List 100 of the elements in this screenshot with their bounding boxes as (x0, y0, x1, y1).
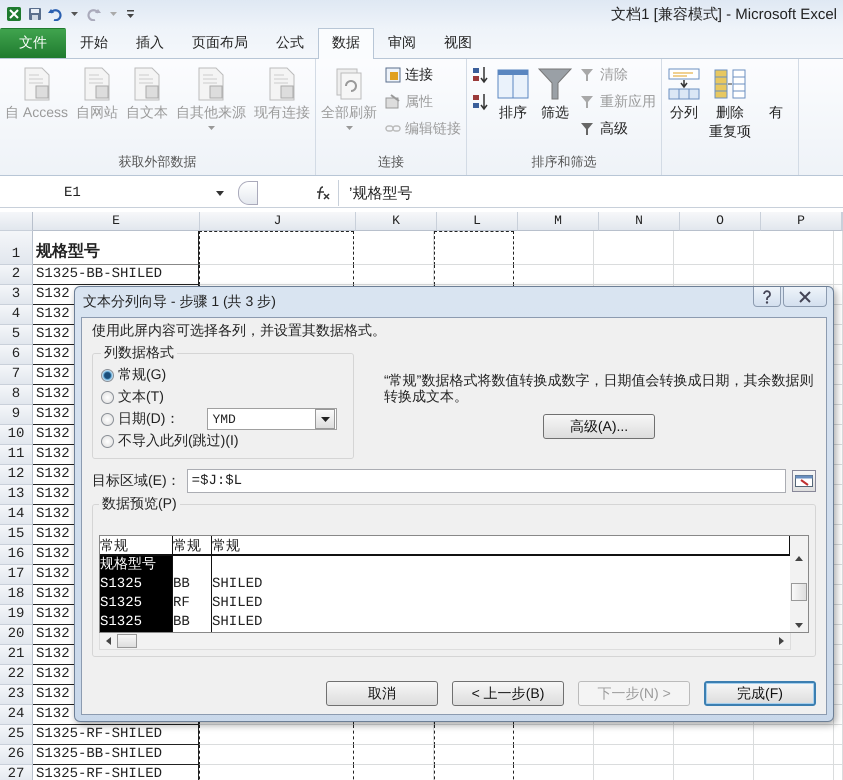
row-header[interactable]: 3 (0, 285, 33, 305)
row-header[interactable]: 21 (0, 645, 33, 665)
ribbon-tab[interactable]: 数据 (318, 28, 374, 59)
scroll-left-icon[interactable] (106, 637, 111, 645)
column-header[interactable]: P (761, 212, 842, 231)
advanced-button[interactable]: 高级(A)... (543, 414, 655, 439)
radio-button[interactable] (101, 390, 114, 404)
scroll-up-icon[interactable] (795, 556, 803, 561)
column-header[interactable]: N (599, 212, 680, 231)
scroll-down-icon[interactable] (795, 623, 803, 628)
row-header[interactable]: 16 (0, 545, 33, 565)
table-cell: S1325-BB-SHILED (33, 265, 199, 285)
row-header[interactable]: 23 (0, 685, 33, 705)
horizontal-scrollbar[interactable] (99, 633, 791, 650)
range-select-button[interactable] (792, 470, 816, 492)
formula-field[interactable]: ’规格型号 (338, 180, 843, 206)
row-header[interactable]: 9 (0, 405, 33, 425)
column-header[interactable]: M (518, 212, 599, 231)
formula-bar-handle[interactable] (238, 181, 258, 205)
row-header[interactable]: 18 (0, 585, 33, 605)
row-header[interactable]: 12 (0, 465, 33, 485)
ribbon-button[interactable]: 排序 (493, 63, 534, 153)
row-header[interactable]: 5 (0, 325, 33, 345)
scroll-thumb[interactable] (117, 634, 137, 648)
ribbon-tab[interactable]: 视图 (430, 28, 486, 58)
table-cell (834, 231, 843, 265)
ribbon-button[interactable]: 筛选 (535, 63, 576, 153)
close-icon (798, 290, 812, 302)
column-header[interactable]: 常规 (212, 536, 790, 556)
row-header[interactable]: 8 (0, 385, 33, 405)
caret-icon (208, 126, 215, 130)
radio-button[interactable] (101, 434, 114, 448)
ribbon-tab[interactable]: 页面布局 (178, 28, 262, 58)
option-label: 常规(G) (118, 366, 166, 384)
column-header[interactable]: 常规 (100, 536, 173, 556)
row-header[interactable]: 20 (0, 625, 33, 645)
table-cell-text: SHILED (212, 575, 264, 594)
undo-icon[interactable] (48, 7, 62, 21)
document-icon (267, 67, 298, 101)
function-icon[interactable] (314, 185, 332, 201)
scroll-thumb[interactable] (791, 583, 807, 601)
ribbon-tab[interactable]: 开始 (66, 28, 122, 58)
table-cell: S1325-BB-SHILED (33, 745, 199, 765)
column-header[interactable]: 常规 (173, 536, 212, 556)
row-header[interactable]: 24 (0, 705, 33, 725)
row-header[interactable]: 15 (0, 525, 33, 545)
radio-button[interactable] (101, 368, 114, 382)
column-header[interactable]: L (437, 212, 518, 231)
row-header[interactable]: 19 (0, 605, 33, 625)
row-header[interactable]: 1 (0, 231, 33, 265)
spreadsheet-logo-icon[interactable] (6, 6, 22, 22)
radio-button[interactable] (101, 412, 114, 426)
row-header[interactable]: 7 (0, 365, 33, 385)
connection-icon (385, 67, 402, 83)
ribbon-button[interactable]: 分列 (664, 63, 704, 175)
row-header[interactable]: 13 (0, 485, 33, 505)
row-header[interactable]: 27 (0, 765, 33, 780)
name-box[interactable]: E1 (0, 185, 230, 201)
row-header[interactable]: 2 (0, 265, 33, 285)
vertical-scrollbar[interactable] (790, 536, 808, 632)
row-header[interactable]: 17 (0, 565, 33, 585)
row-header[interactable]: 14 (0, 505, 33, 525)
scroll-right-icon[interactable] (779, 637, 784, 645)
table-cell: RF (173, 594, 212, 613)
close-button[interactable] (783, 287, 827, 307)
row-header[interactable]: 22 (0, 665, 33, 685)
row-header[interactable]: 25 (0, 725, 33, 745)
document-icon (132, 67, 162, 101)
ribbon-button[interactable]: 高级 (577, 117, 660, 141)
row-header[interactable]: 10 (0, 425, 33, 445)
save-icon[interactable] (28, 7, 42, 21)
ribbon-tab[interactable]: 插入 (122, 28, 178, 58)
ribbon-tab[interactable]: 审阅 (374, 28, 430, 58)
ribbon-tab[interactable]: 文件 (0, 28, 66, 58)
column-header[interactable]: K (356, 212, 437, 231)
ribbon-button[interactable]: 删除 重复项 (706, 63, 754, 175)
caret-icon (346, 126, 353, 130)
dialog-button[interactable]: 取消 (326, 681, 438, 706)
customize-menu-icon[interactable] (126, 9, 135, 19)
row-header[interactable]: 4 (0, 305, 33, 325)
destination-field[interactable]: =$J:$L (186, 469, 786, 493)
table-cell (834, 745, 843, 765)
column-header[interactable]: E (33, 212, 200, 231)
ribbon-tab[interactable]: 公式 (262, 28, 318, 58)
group-label: 列数据格式 (103, 344, 175, 362)
row-header[interactable]: 6 (0, 345, 33, 365)
table-cell: S1325 (100, 575, 173, 594)
ribbon-button[interactable]: 有 (756, 63, 796, 175)
properties-icon (385, 94, 402, 110)
date-format-dropdown[interactable]: YMD (207, 408, 338, 430)
column-header[interactable]: J (200, 212, 356, 231)
dialog-button[interactable]: < 上一步(B) (452, 681, 564, 706)
row-header[interactable]: 26 (0, 745, 33, 765)
group-label: 获取外部数据 (118, 153, 198, 171)
column-header[interactable]: O (680, 212, 761, 231)
dialog-button[interactable]: 完成(F) (704, 681, 816, 706)
row-header[interactable]: 11 (0, 445, 33, 465)
ribbon-button[interactable]: 连接 (382, 63, 464, 87)
document-icon (82, 67, 112, 101)
help-button[interactable] (753, 287, 781, 307)
